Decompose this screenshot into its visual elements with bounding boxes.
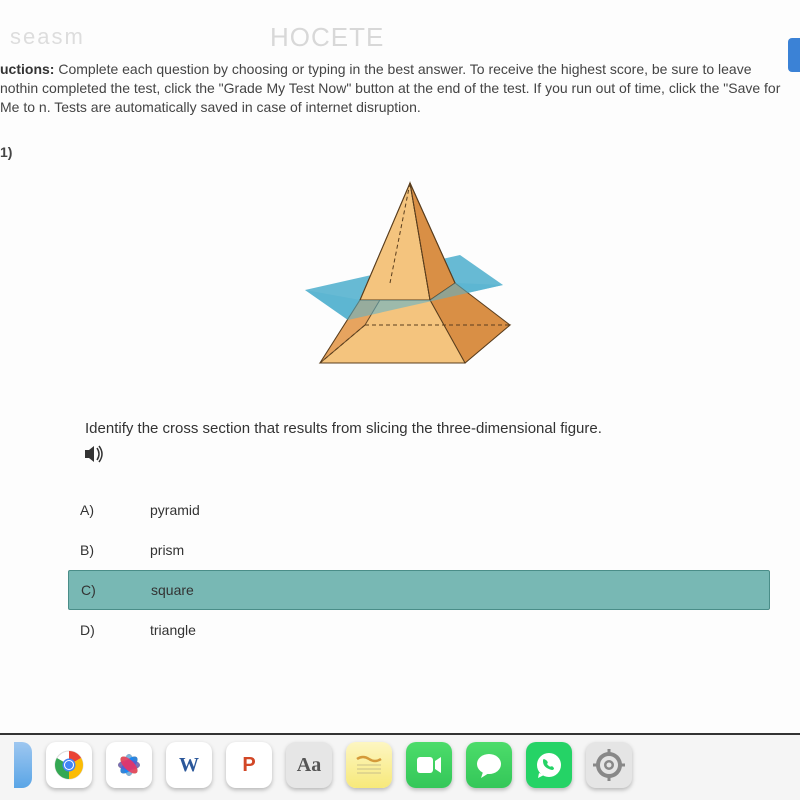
- answer-option-a[interactable]: A) pyramid: [68, 490, 770, 530]
- messages-icon[interactable]: [466, 742, 512, 788]
- answer-text: pyramid: [150, 502, 200, 518]
- pyramid-cross-section-figure: [250, 165, 550, 385]
- audio-play-icon[interactable]: [85, 445, 107, 463]
- answer-text: square: [151, 582, 194, 598]
- facetime-icon[interactable]: [406, 742, 452, 788]
- watermark-center: HOCETE: [270, 22, 384, 53]
- answer-option-d[interactable]: D) triangle: [68, 610, 770, 650]
- chrome-icon[interactable]: [46, 742, 92, 788]
- powerpoint-icon[interactable]: P: [226, 742, 272, 788]
- answer-option-c[interactable]: C) square: [68, 570, 770, 610]
- notes-icon[interactable]: [346, 742, 392, 788]
- answer-list: A) pyramid B) prism C) square D) triangl…: [68, 490, 770, 650]
- instructions-label: uctions:: [0, 61, 54, 77]
- answer-letter: A): [80, 502, 150, 518]
- word-icon[interactable]: W: [166, 742, 212, 788]
- answer-text: triangle: [150, 622, 196, 638]
- watermark-left: seasm: [10, 24, 85, 50]
- answer-letter: D): [80, 622, 150, 638]
- question-prompt: Identify the cross section that results …: [85, 420, 602, 437]
- answer-text: prism: [150, 542, 184, 558]
- dictionary-icon[interactable]: Aa: [286, 742, 332, 788]
- photos-icon[interactable]: [106, 742, 152, 788]
- whatsapp-icon[interactable]: [526, 742, 572, 788]
- test-screen: seasm HOCETE uctions: Complete each ques…: [0, 0, 800, 735]
- answer-letter: B): [80, 542, 150, 558]
- settings-icon[interactable]: [586, 742, 632, 788]
- question-prompt-block: Identify the cross section that results …: [85, 420, 770, 463]
- instructions-block: uctions: Complete each question by choos…: [0, 60, 788, 117]
- finder-icon[interactable]: [14, 742, 32, 788]
- question-number: 1): [0, 144, 12, 160]
- answer-option-b[interactable]: B) prism: [68, 530, 770, 570]
- corner-badge: [788, 38, 800, 72]
- answer-letter: C): [81, 582, 151, 598]
- instructions-text: Complete each question by choosing or ty…: [0, 61, 780, 115]
- macos-dock: W P Aa: [0, 736, 800, 794]
